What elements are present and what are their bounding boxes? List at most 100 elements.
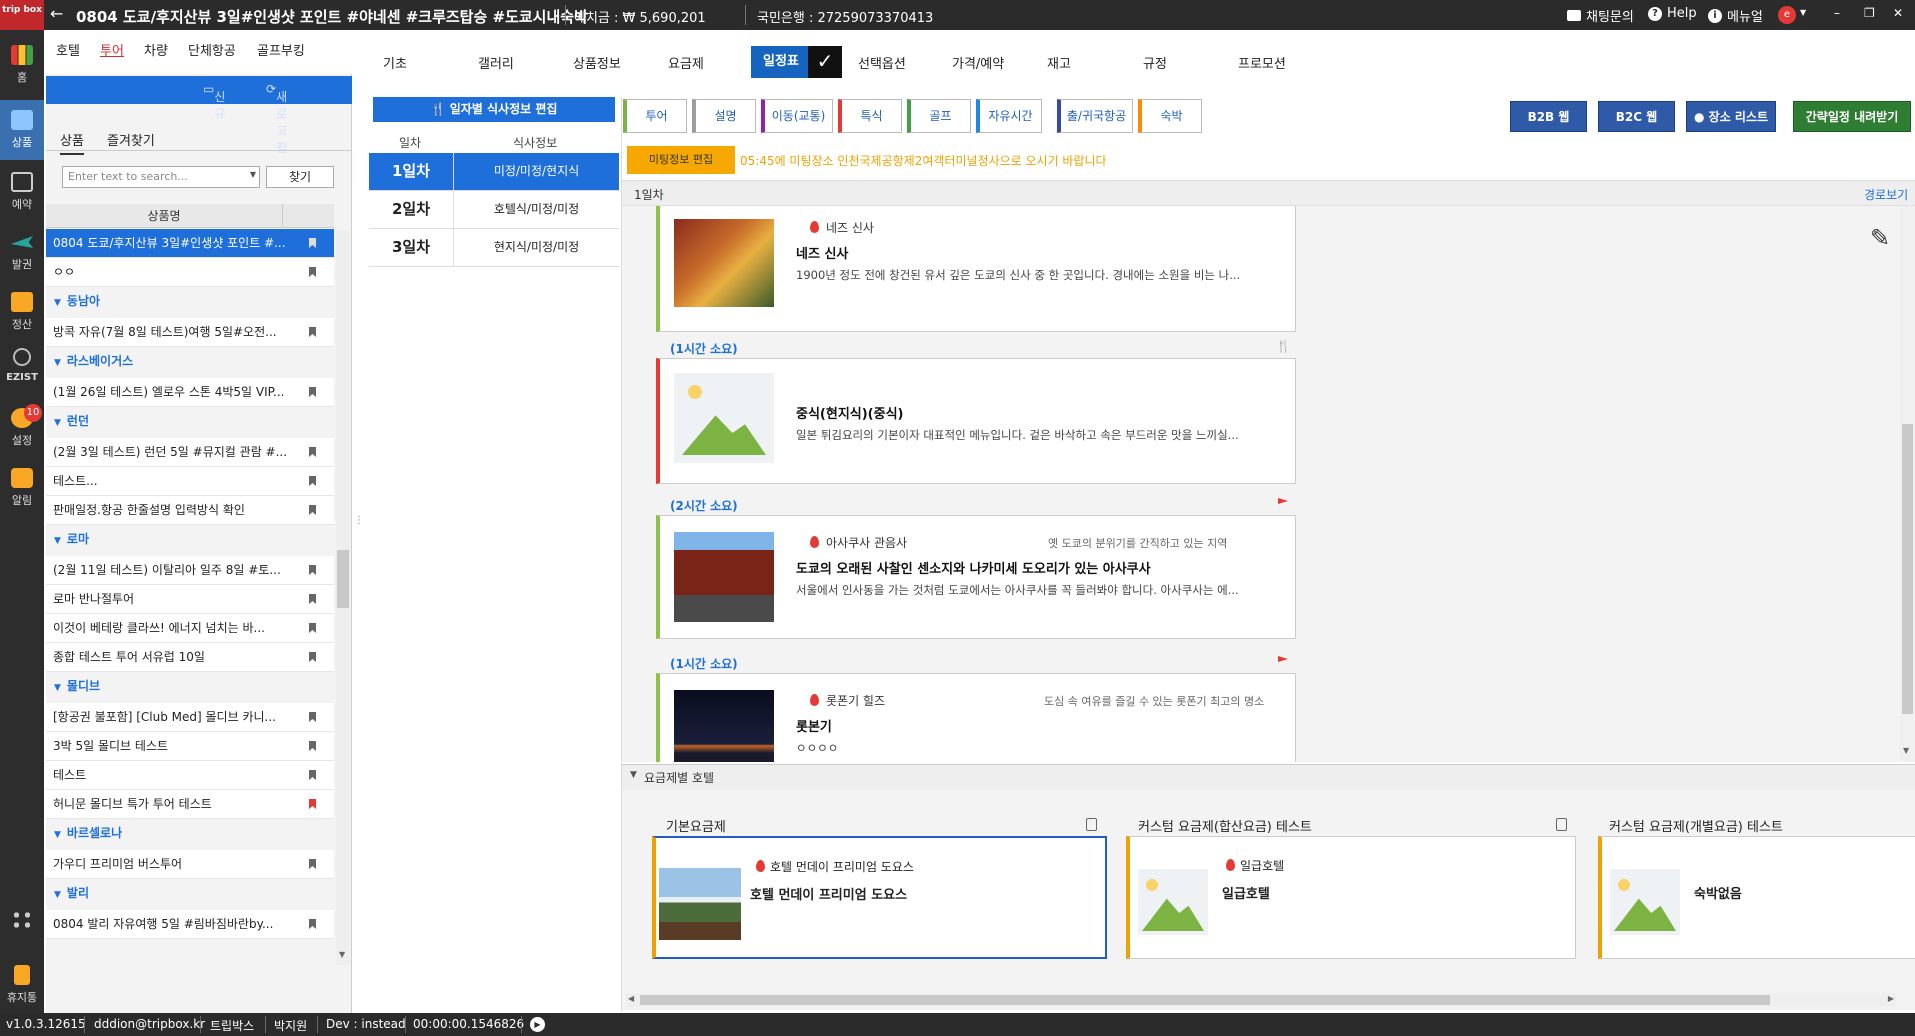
hotel-card[interactable]: 숙박없음 (1598, 836, 1915, 959)
bookmark-icon[interactable] (309, 447, 316, 457)
bookmark-icon[interactable] (309, 770, 316, 780)
tab-gallery[interactable]: 갤러리 (478, 53, 514, 72)
meal-row[interactable]: 1일차 미정/미정/현지식 (369, 153, 619, 191)
bookmark-icon[interactable] (309, 238, 316, 248)
pencil-icon[interactable]: ✎ (1870, 224, 1890, 252)
cat-button-lodging[interactable]: 숙박 (1138, 99, 1202, 133)
apps-grid[interactable] (0, 900, 44, 950)
subtab-products[interactable]: 상품 (60, 130, 84, 155)
tab-inventory[interactable]: 재고 (1047, 53, 1071, 72)
route-view-link[interactable]: 경로보기 (1864, 186, 1908, 203)
splitter-handle[interactable]: ⋮ (354, 515, 364, 526)
list-item[interactable]: (1월 26일 테스트) 엘로우 스톤 4박5일 VIP... (46, 378, 334, 407)
tab-schedule[interactable]: 일정표 ✓ (751, 46, 842, 78)
cat-tab-vehicle[interactable]: 차량 (144, 40, 168, 59)
chevron-down-icon[interactable]: ▼ (54, 881, 61, 908)
collapse-caret-icon[interactable]: ▼ (630, 770, 637, 780)
scroll-down-icon[interactable]: ▼ (1903, 746, 1909, 755)
bookmark-icon[interactable] (309, 859, 316, 869)
cat-button-tour[interactable]: 투어 (623, 99, 687, 133)
tab-price-booking[interactable]: 가격/예약 (952, 53, 1004, 72)
bookmark-icon[interactable] (309, 565, 316, 575)
manual-button[interactable]: i 메뉴얼 (1708, 6, 1763, 25)
rail-ezist[interactable]: EZIST (0, 338, 44, 398)
cat-button-special-meal[interactable]: 특식 (838, 99, 902, 133)
bookmark-icon[interactable] (309, 387, 316, 397)
rail-home[interactable]: 홈 (0, 35, 44, 95)
rail-booking[interactable]: 예약 (0, 162, 44, 222)
scrollbar-thumb[interactable] (1902, 424, 1913, 714)
cat-tab-hotel[interactable]: 호텔 (56, 40, 80, 59)
tab-product-info[interactable]: 상품정보 (573, 53, 621, 72)
list-item[interactable]: 허니문 몰디브 특가 투어 테스트 (46, 790, 334, 819)
list-group-header[interactable]: ▼ 런던 (46, 407, 334, 436)
cat-button-transport[interactable]: 이동(교통) (761, 99, 833, 133)
rail-products[interactable]: 상품 (0, 100, 44, 160)
chevron-down-icon[interactable]: ▼ (1800, 8, 1806, 17)
list-item[interactable]: 이것이 베테랑 클라쓰! 에너지 넘치는 바... (46, 614, 334, 643)
rail-ticketing[interactable]: 발권 (0, 222, 44, 282)
new-button[interactable]: ▭ 신규 (203, 82, 225, 121)
list-item[interactable]: 테스트 (46, 761, 334, 790)
schedule-card[interactable]: 아사쿠사 관음사 옛 도쿄의 분위기를 간직하고 있는 지역 도쿄의 오래된 사… (656, 515, 1296, 639)
list-item[interactable]: 가우디 프리미엄 버스투어 (46, 850, 334, 879)
list-item[interactable]: 0804 발리 자유여행 5일 #림바짐바란by... (46, 910, 334, 939)
play-icon[interactable]: ▶ (530, 1017, 545, 1032)
bookmark-icon[interactable] (309, 919, 316, 929)
place-list-button[interactable]: ● 장소 리스트 (1686, 101, 1776, 132)
bookmark-icon[interactable] (309, 594, 316, 604)
tab-options[interactable]: 선택옵션 (858, 53, 906, 72)
chevron-down-icon[interactable]: ▼ (54, 349, 61, 376)
refresh-button[interactable]: ⟳ 새로고침 (266, 82, 287, 155)
list-item[interactable]: 방콕 자유(7월 8일 테스트)여행 5일#오전... (46, 318, 334, 347)
bookmark-icon[interactable] (309, 267, 316, 277)
bookmark-icon[interactable] (309, 505, 316, 515)
list-scrollbar[interactable]: ▼ (336, 230, 350, 965)
meal-row[interactable]: 3일차 현지식/미정/미정 (369, 229, 619, 267)
hotel-card[interactable]: 호텔 먼데이 프리미엄 도요스 호텔 먼데이 프리미엄 도요스 (652, 836, 1107, 959)
cat-tab-golf[interactable]: 골프부킹 (257, 40, 305, 59)
tab-rules[interactable]: 규정 (1143, 53, 1167, 72)
scrollbar-thumb[interactable] (337, 550, 349, 608)
b2c-web-button[interactable]: B2C 웹 (1598, 101, 1675, 132)
cat-button-flight[interactable]: 출/귀국항공 (1057, 99, 1133, 133)
chevron-down-icon[interactable]: ▼ (54, 821, 61, 848)
bookmark-icon[interactable] (309, 652, 316, 662)
list-group-header[interactable]: ▼ 발리 (46, 879, 334, 908)
cat-tab-group-air[interactable]: 단체항공 (188, 40, 236, 59)
chevron-down-icon[interactable]: ▼ (250, 170, 256, 179)
back-arrow-icon[interactable]: ← (50, 4, 63, 23)
list-group-header[interactable]: ▼ 몰디브 (46, 672, 334, 701)
download-schedule-button[interactable]: 간략일정 내려받기 (1793, 101, 1911, 132)
bookmark-icon[interactable] (309, 623, 316, 633)
bookmark-icon[interactable] (309, 327, 316, 337)
list-item[interactable]: 테스트... (46, 467, 334, 496)
cat-button-description[interactable]: 설명 (692, 99, 756, 133)
rail-settings[interactable]: 설정 10 (0, 398, 44, 458)
list-item[interactable]: 로마 반나절투어 (46, 585, 334, 614)
tab-rate-plan[interactable]: 요금제 (668, 53, 704, 72)
chevron-down-icon[interactable]: ▼ (54, 527, 61, 554)
user-avatar-icon[interactable]: e (1778, 6, 1796, 24)
scroll-left-icon[interactable]: ◀ (628, 994, 634, 1003)
maximize-icon[interactable]: ❐ (1864, 6, 1875, 20)
close-icon[interactable]: ✕ (1893, 6, 1903, 20)
meal-row[interactable]: 2일차 호텔식/미정/미정 (369, 191, 619, 229)
scrollbar-thumb[interactable] (640, 995, 1770, 1005)
rail-settlement[interactable]: 정산 (0, 282, 44, 342)
bookmark-icon[interactable] (309, 476, 316, 486)
list-group-header[interactable]: ▼ 바르셀로나 (46, 819, 334, 848)
help-button[interactable]: ? Help (1648, 6, 1697, 21)
cat-button-golf[interactable]: 골프 (907, 99, 971, 133)
list-group-header[interactable]: ▼ 로마 (46, 525, 334, 554)
scroll-down-icon[interactable]: ▼ (339, 950, 345, 959)
schedule-card[interactable]: 중식(현지식)(중식) 일본 튀김요리의 기본이자 대표적인 메뉴입니다. 겉은… (656, 358, 1296, 484)
tab-basic[interactable]: 기초 (383, 53, 407, 72)
timeline-scrollbar[interactable]: ▼ (1900, 206, 1915, 762)
meeting-edit-button[interactable]: 미팅정보 편집 (627, 146, 735, 174)
list-item[interactable]: 0804 도쿄/후지산뷰 3일#인생샷 포인트 #... (46, 229, 334, 258)
list-group-header[interactable]: ▼ 라스베이거스 (46, 347, 334, 376)
hotel-card[interactable]: 일급호텔 일급호텔 (1126, 836, 1576, 959)
chevron-down-icon[interactable]: ▼ (54, 289, 61, 316)
horizontal-scrollbar[interactable]: ◀ ▶ (626, 993, 1896, 1007)
